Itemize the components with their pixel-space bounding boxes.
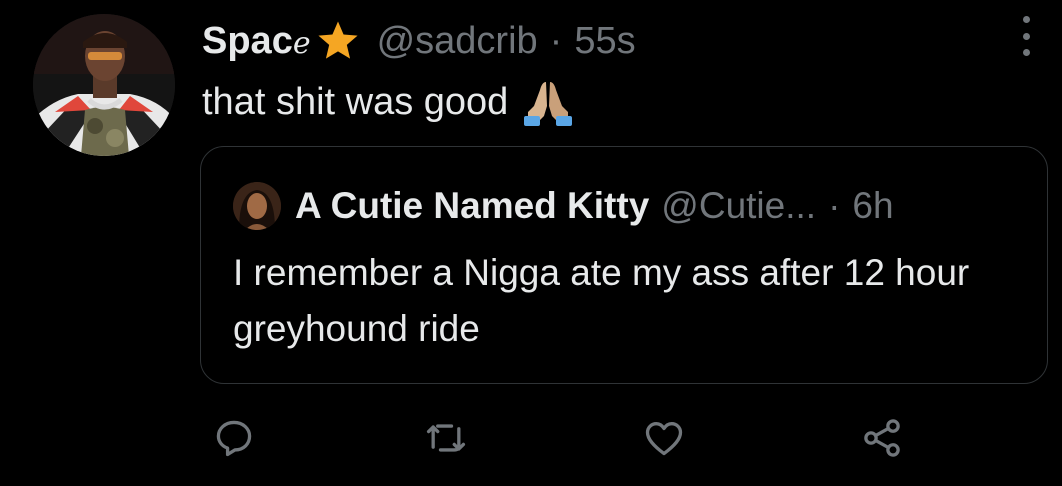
quoted-tweet-text: I remember a Nigga ate my ass after 12 h…: [233, 252, 970, 349]
quoted-tweet[interactable]: A Cutie Named Kitty @Cutie... · 6h I rem…: [200, 146, 1048, 384]
reply-icon: [216, 420, 252, 457]
tweet-timestamp[interactable]: 55s: [574, 20, 635, 63]
header-separator: ·: [549, 19, 563, 62]
quoted-header-separator: ·: [828, 185, 841, 226]
author-avatar-image: [33, 14, 175, 156]
quoted-author-display-name: A Cutie Named Kitty: [295, 185, 650, 226]
quoted-tweet-header: A Cutie Named Kitty @Cutie... · 6h: [233, 179, 894, 233]
retweet-icon: [426, 424, 466, 452]
author-display-name[interactable]: Space: [202, 20, 311, 63]
star-emoji-icon: [318, 21, 358, 59]
reply-button[interactable]: [206, 410, 262, 466]
heart-icon: [645, 422, 683, 456]
folded-hands-emoji-icon: [524, 82, 573, 126]
quoted-author-avatar: [233, 182, 281, 230]
like-button[interactable]: [636, 410, 692, 466]
share-button[interactable]: [854, 410, 910, 466]
quoted-author-handle: @Cutie...: [661, 185, 817, 226]
quoted-tweet-timestamp: 6h: [852, 185, 894, 226]
tweet-header: Space @sadcrib · 55s: [202, 14, 636, 68]
author-handle[interactable]: @sadcrib: [377, 20, 538, 63]
retweet-button[interactable]: [418, 410, 474, 466]
tweet-text-content: that shit was good: [202, 81, 509, 123]
share-icon: [864, 419, 900, 457]
more-options-icon[interactable]: [1016, 16, 1036, 56]
author-avatar[interactable]: [33, 14, 175, 156]
tweet-actions: [200, 410, 940, 466]
tweet-text: that shit was good: [202, 76, 574, 128]
tweet[interactable]: Space @sadcrib · 55s that shit was good: [0, 0, 1062, 486]
